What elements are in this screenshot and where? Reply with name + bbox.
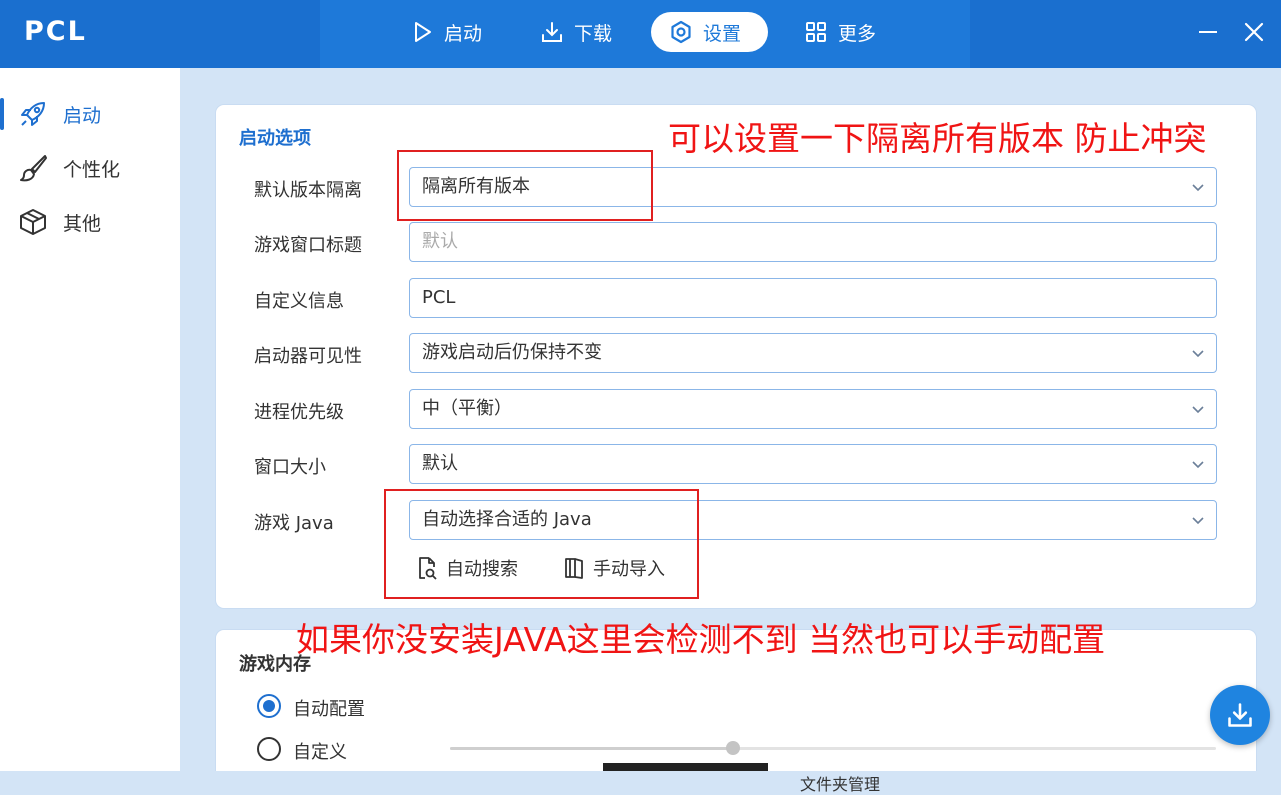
launcher-visibility-select[interactable]: 游戏启动后仍保持不变 [409,333,1217,373]
minimize-icon[interactable] [1196,20,1220,44]
sidebar-item-label: 启动 [63,104,102,127]
bottom-strip [603,763,768,771]
launch-options-title: 启动选项 [239,128,311,149]
row-label-custom-info: 自定义信息 [254,291,344,312]
nav-settings-label: 设置 [703,22,742,45]
process-priority-select[interactable]: 中（平衡） [409,389,1217,429]
bottom-partial-label: 文件夹管理 [800,775,881,794]
sidebar-item-label: 个性化 [63,158,121,181]
memory-slider-fill [450,747,734,750]
select-value: 游戏启动后仍保持不变 [422,342,602,363]
nav-more-button[interactable]: 更多 [786,12,894,52]
select-value: 默认 [422,453,458,474]
bottom-partial-text: 文件夹管理 [800,771,880,795]
memory-slider[interactable] [450,741,1216,755]
row-label-window-title: 游戏窗口标题 [254,235,362,256]
play-icon [415,22,431,42]
sidebar-item-launch[interactable]: 启动 [0,92,180,136]
sidebar: 启动 个性化 其他 [0,68,180,771]
row-label-process-priority: 进程优先级 [254,402,344,423]
row-label-version-isolation: 默认版本隔离 [254,180,362,201]
memory-auto-label: 自动配置 [293,699,365,720]
grid-icon [806,22,826,42]
input-placeholder: 默认 [422,231,458,252]
nav-settings-button[interactable]: 设置 [651,12,768,52]
nav-download-label: 下载 [574,22,613,45]
memory-custom-radio[interactable] [257,737,281,761]
memory-custom-label: 自定义 [293,742,347,763]
brush-icon [20,155,47,182]
app-logo: PCL [24,16,87,47]
annotation-top-note: 可以设置一下隔离所有版本 防止冲突 [668,119,1207,158]
chevron-down-icon [1192,517,1204,525]
select-value: 中（平衡） [422,398,512,419]
nav-launch-label: 启动 [444,22,483,45]
nav-download-button[interactable]: 下载 [522,12,630,52]
nav-more-label: 更多 [838,22,877,45]
sidebar-item-personalize[interactable]: 个性化 [0,146,180,190]
memory-auto-radio[interactable] [257,694,281,718]
rocket-icon [21,102,45,126]
row-label-launcher-visibility: 启动器可见性 [254,346,362,367]
input-value: PCL [422,287,456,308]
box-icon [20,209,46,235]
chevron-down-icon [1192,461,1204,469]
download-fab-button[interactable] [1210,685,1270,745]
window-size-select[interactable]: 默认 [409,444,1217,484]
annotation-java-note: 如果你没安装JAVA这里会检测不到 当然也可以手动配置 [296,620,1106,659]
row-label-window-size: 窗口大小 [254,457,326,478]
gear-icon [671,20,691,44]
sidebar-item-other[interactable]: 其他 [0,200,180,244]
window-title-input[interactable]: 默认 [409,222,1217,262]
chevron-down-icon [1192,184,1204,192]
download-icon [1228,703,1252,727]
chevron-down-icon [1192,350,1204,358]
sidebar-item-label: 其他 [63,212,102,235]
annotation-box-isolation [397,150,653,221]
close-icon[interactable] [1242,20,1266,44]
row-label-game-java: 游戏 Java [254,513,334,534]
title-bar: PCL 启动 下载 设置 更多 [0,0,1281,68]
custom-info-input[interactable]: PCL [409,278,1217,318]
nav-launch-button[interactable]: 启动 [392,12,500,52]
chevron-down-icon [1192,406,1204,414]
download-icon [542,22,562,42]
annotation-box-java [384,489,699,599]
active-indicator [0,98,4,130]
